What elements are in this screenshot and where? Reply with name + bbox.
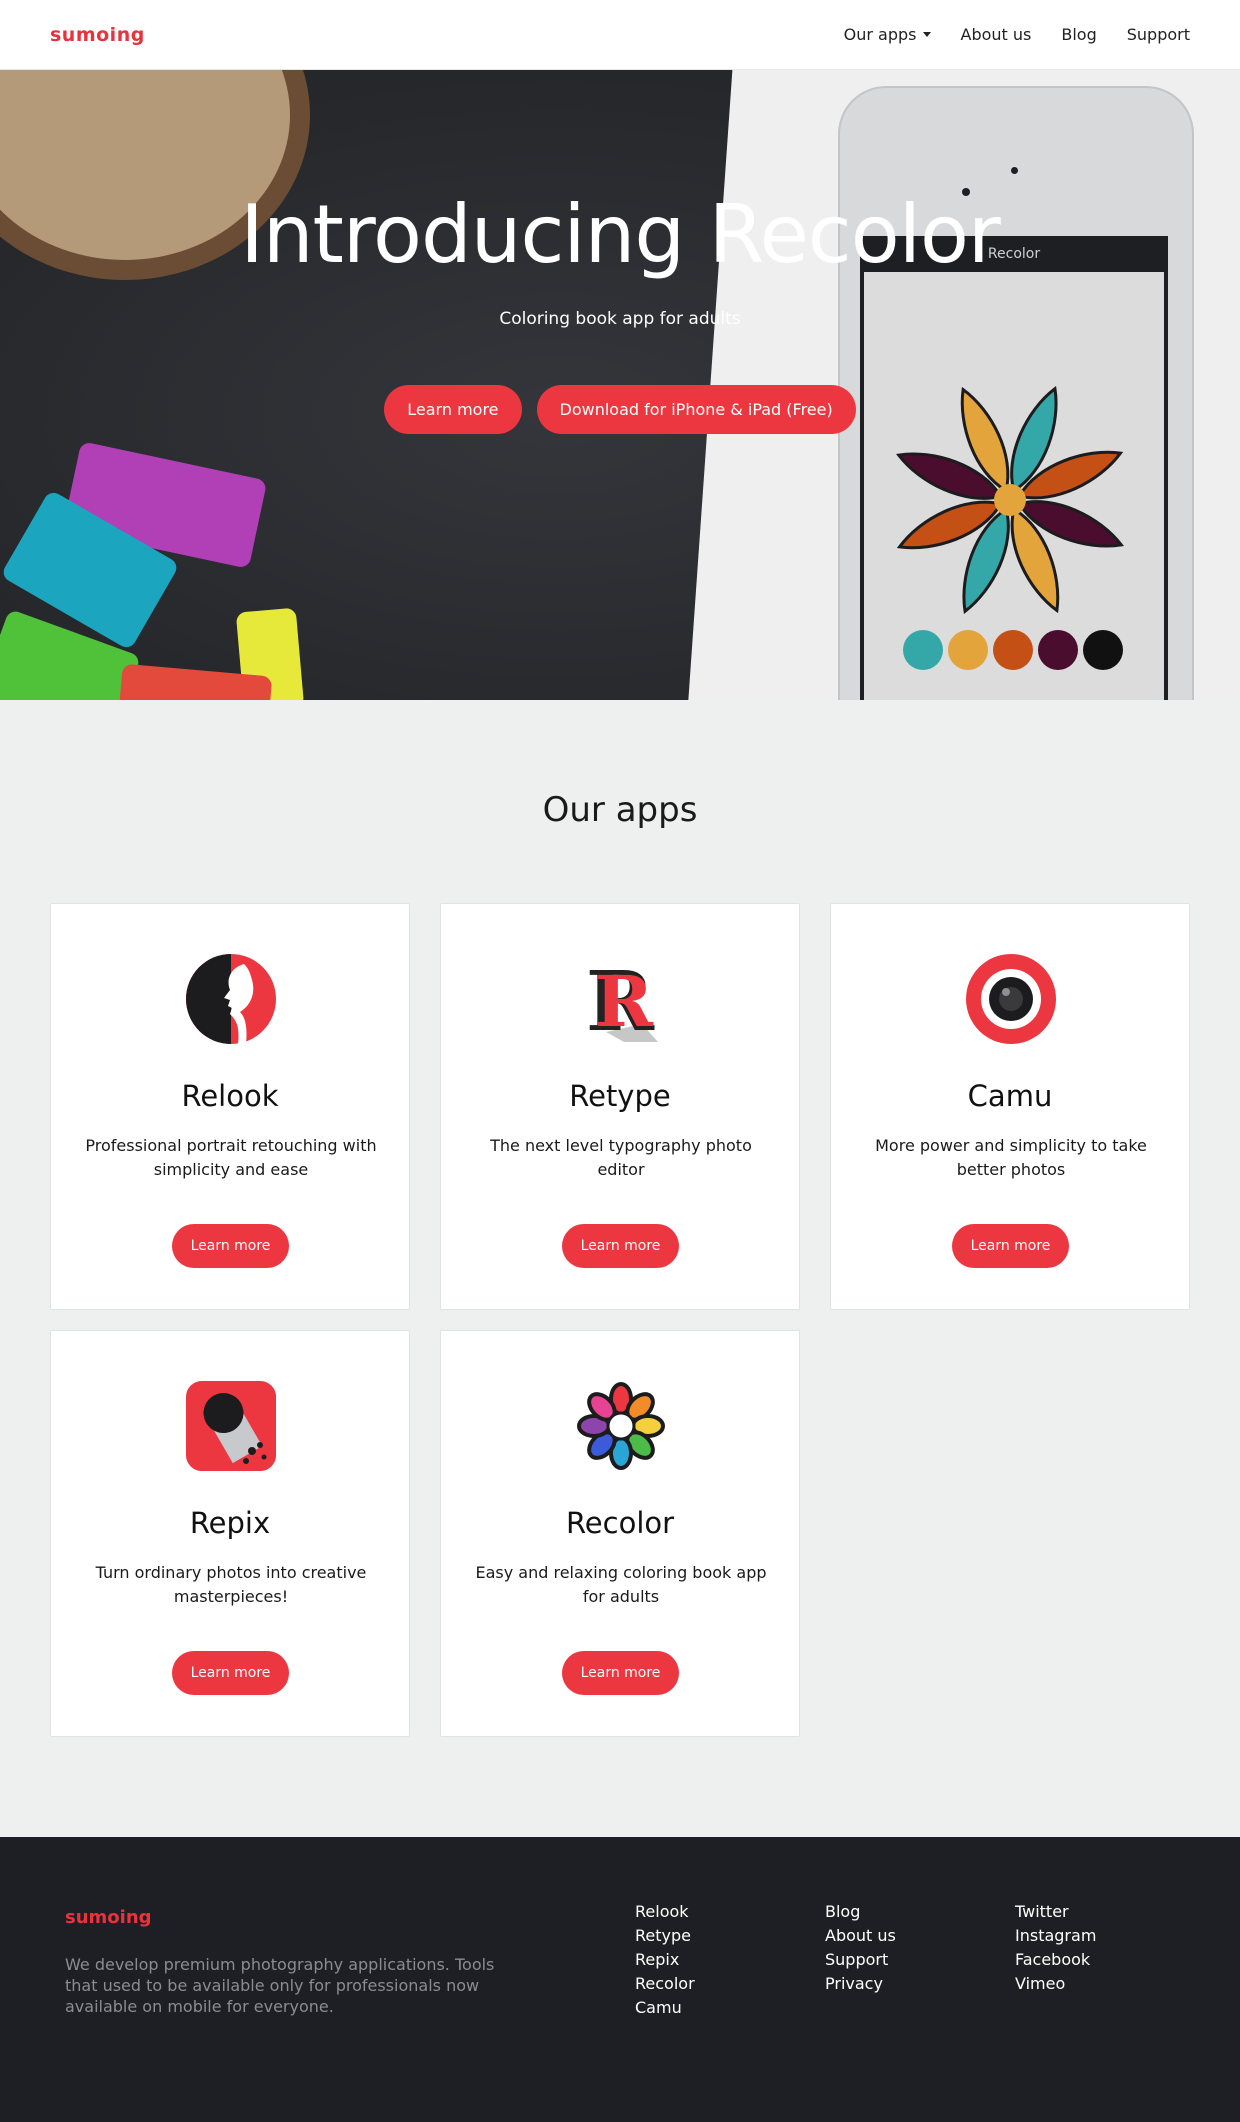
nav-our-apps-label: Our apps (843, 25, 917, 44)
footer-company-column: Blog About us Support Privacy (825, 1901, 896, 1994)
footer-link-privacy[interactable]: Privacy (825, 1973, 896, 1994)
nav-about-us[interactable]: About us (961, 25, 1032, 44)
footer-logo[interactable]: sumoing (65, 1907, 152, 1928)
nav-links: Our apps About us Blog Support (844, 25, 1190, 44)
app-card-recolor: Recolor Easy and relaxing coloring book … (440, 1330, 800, 1737)
hero-learn-more-button[interactable]: Learn more (384, 385, 522, 434)
repix-icon (186, 1381, 276, 1471)
footer-link-recolor[interactable]: Recolor (635, 1973, 695, 1994)
recolor-learn-more-button[interactable]: Learn more (562, 1651, 679, 1695)
app-card-repix: Repix Turn ordinary photos into creative… (50, 1330, 410, 1737)
footer-link-relook[interactable]: Relook (635, 1901, 695, 1922)
swatch-teal[interactable] (903, 630, 943, 670)
app-description: Professional portrait retouching with si… (85, 1136, 377, 1179)
retype-icon: R R (586, 954, 658, 1044)
footer-apps-column: Relook Retype Repix Recolor Camu (635, 1901, 695, 2018)
relook-learn-more-button[interactable]: Learn more (172, 1224, 289, 1268)
footer: sumoing We develop premium photography a… (0, 1837, 1240, 2122)
app-name: Repix (189, 1506, 271, 1540)
app-name: Recolor (565, 1506, 675, 1540)
retype-learn-more-button[interactable]: Learn more (562, 1224, 679, 1268)
app-card-relook: Relook Professional portrait retouching … (50, 903, 410, 1310)
footer-link-support[interactable]: Support (825, 1949, 896, 1970)
nav-blog[interactable]: Blog (1061, 25, 1096, 44)
footer-link-repix[interactable]: Repix (635, 1949, 695, 1970)
app-name: Retype (569, 1079, 671, 1113)
app-description: Turn ordinary photos into creative maste… (95, 1563, 367, 1606)
phone-camera-dot (1011, 167, 1018, 174)
footer-social-column: Twitter Instagram Facebook Vimeo (1015, 1901, 1096, 1994)
app-description: Easy and relaxing coloring book app for … (475, 1563, 767, 1606)
footer-link-facebook[interactable]: Facebook (1015, 1949, 1096, 1970)
hero-subtitle: Coloring book app for adults (499, 309, 741, 329)
app-name: Camu (967, 1079, 1053, 1113)
hero-download-button[interactable]: Download for iPhone & iPad (Free) (536, 385, 856, 434)
camu-learn-more-button[interactable]: Learn more (952, 1224, 1069, 1268)
footer-link-instagram[interactable]: Instagram (1015, 1925, 1096, 1946)
apps-section-title: Our apps (542, 790, 698, 830)
nav-our-apps[interactable]: Our apps (844, 25, 931, 44)
recolor-icon (577, 1382, 665, 1470)
sumoing-logo[interactable]: sumoing (50, 24, 145, 46)
swatch-black[interactable] (1083, 630, 1123, 670)
footer-link-twitter[interactable]: Twitter (1015, 1901, 1096, 1922)
swatch-plum[interactable] (1038, 630, 1078, 670)
footer-link-retype[interactable]: Retype (635, 1925, 695, 1946)
app-card-retype: R R Retype The next level typography pho… (440, 903, 800, 1310)
camu-icon (966, 954, 1056, 1044)
top-navbar: sumoing Our apps About us Blog Support (0, 0, 1240, 70)
swatch-orange[interactable] (993, 630, 1033, 670)
hero-buttons: Learn more Download for iPhone & iPad (F… (0, 385, 1240, 434)
footer-link-about-us[interactable]: About us (825, 1925, 896, 1946)
relook-icon (186, 954, 276, 1044)
footer-link-vimeo[interactable]: Vimeo (1015, 1973, 1096, 1994)
app-name: Relook (181, 1079, 279, 1113)
nav-support[interactable]: Support (1127, 25, 1190, 44)
repix-learn-more-button[interactable]: Learn more (172, 1651, 289, 1695)
footer-link-blog[interactable]: Blog (825, 1901, 896, 1922)
caret-down-icon (922, 32, 931, 37)
app-description: The next level typography photo editor (490, 1136, 752, 1179)
app-card-camu: Camu More power and simplicity to take b… (830, 903, 1190, 1310)
footer-link-camu[interactable]: Camu (635, 1997, 695, 2018)
app-description: More power and simplicity to take better… (875, 1136, 1147, 1179)
hero-title: Introducing Recolor (240, 188, 1001, 281)
swatch-yellow[interactable] (948, 630, 988, 670)
svg-text:R: R (595, 960, 654, 1043)
footer-description: We develop premium photography applicati… (65, 1955, 495, 2016)
